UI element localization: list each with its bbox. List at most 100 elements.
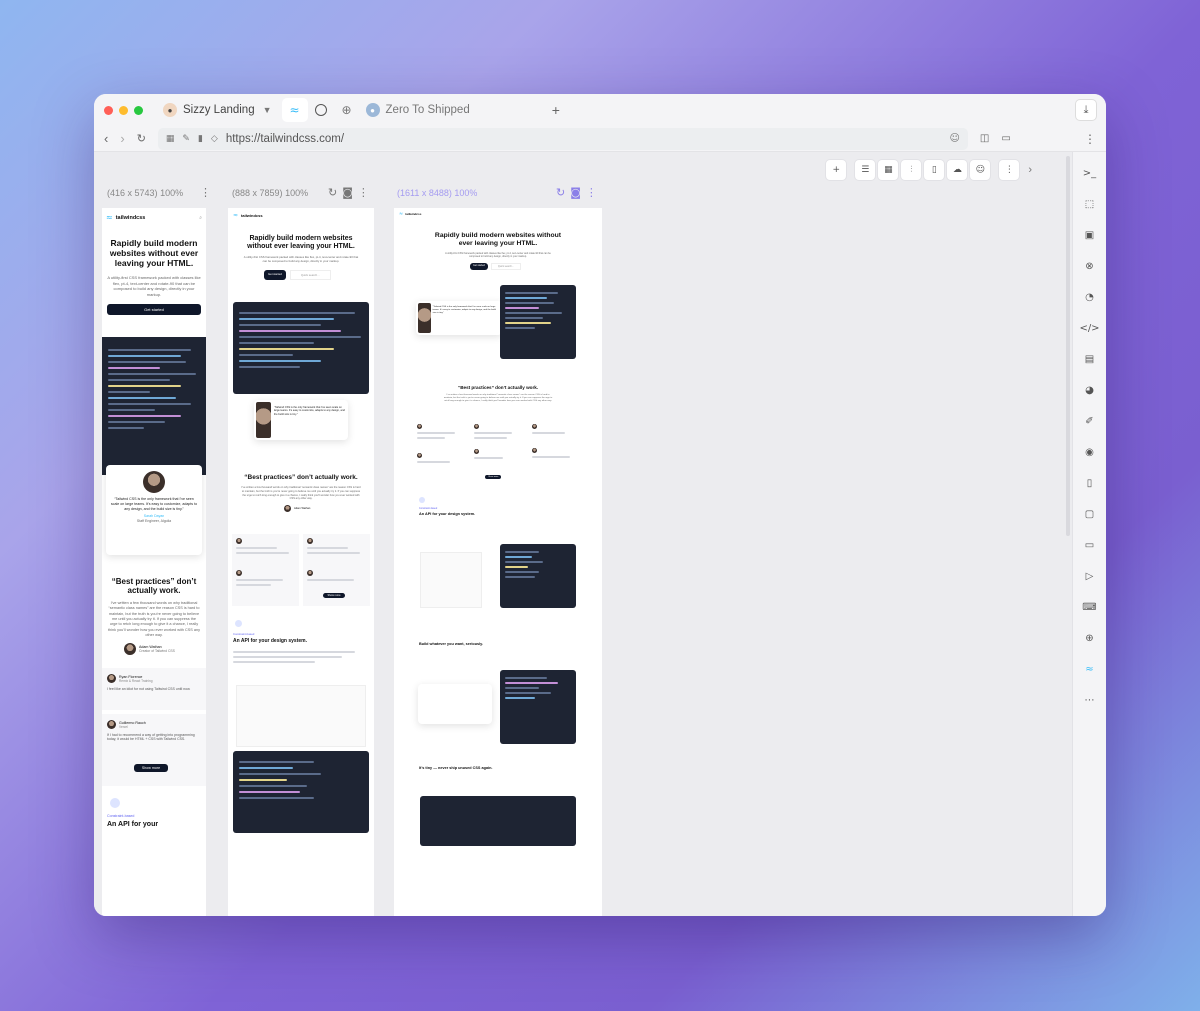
tab-tailwind[interactable]: ≈	[281, 98, 308, 122]
site-header: ≈ tailwindcss	[228, 208, 374, 223]
review-column	[414, 421, 467, 483]
tab-zero-to-shipped[interactable]: ● Zero To Shipped	[360, 98, 476, 122]
camera-icon[interactable]: ◙	[570, 186, 581, 199]
show-more-button[interactable]: Show more	[134, 764, 168, 773]
terminal-icon[interactable]: >_	[1083, 164, 1097, 182]
element-outline-icon[interactable]: ▣	[1083, 226, 1097, 244]
tab-globe[interactable]: ⊕	[334, 98, 360, 122]
tailwind-logo-icon: ≈	[106, 213, 113, 222]
keyboard-icon[interactable]: ⌨	[1082, 598, 1096, 616]
grid-icon[interactable]: ▦	[878, 160, 899, 180]
review-role: Vercel	[119, 724, 128, 729]
quick-search-input[interactable]: Quick search...	[289, 269, 331, 280]
testimonial-card: “Tailwind CSS is the only framework that…	[416, 301, 502, 336]
new-tab-button[interactable]: +	[552, 102, 560, 118]
device-zoom: 100%	[160, 188, 184, 198]
section-eyebrow: Constraint-based	[419, 506, 438, 510]
globe-icon[interactable]: ⊕	[1083, 629, 1097, 647]
review-card: Guillermo Rauch Vercel If I had to recom…	[102, 714, 206, 787]
chevron-right-icon[interactable]: ›	[1028, 164, 1032, 176]
get-started-button[interactable]: Get started	[264, 269, 286, 280]
back-icon[interactable]: ‹	[104, 131, 108, 146]
canvas-scrollbar[interactable]	[1066, 156, 1070, 536]
download-icon[interactable]: ⤓	[1076, 100, 1096, 120]
profile-icon[interactable]: ☺	[970, 160, 991, 180]
chevron-down-icon[interactable]: ▼	[263, 105, 272, 115]
network-icon[interactable]: ⊗	[1083, 257, 1097, 275]
add-device-icon[interactable]: +	[826, 160, 847, 180]
avatar	[236, 537, 242, 544]
tab-third[interactable]	[308, 98, 334, 122]
best-practices-text: I’ve written a few thousand words on why…	[443, 393, 553, 402]
minimize-window-button[interactable]	[119, 105, 128, 115]
more-options-icon[interactable]: ⋮	[1084, 132, 1096, 146]
device-menu-icon[interactable]: ⋮	[200, 186, 211, 199]
site-header: ≈ tailwindcss	[394, 208, 602, 220]
qr-code-icon[interactable]: ▦	[166, 134, 175, 144]
search-icon[interactable]: ⌕	[199, 215, 202, 221]
zero-to-shipped-favicon-icon: ●	[365, 103, 380, 117]
layout-rows-icon[interactable]: ☰	[855, 160, 876, 180]
device-frame-mobile: ≈ tailwindcss ⌕ Rapidly build modern web…	[102, 208, 206, 916]
color-picker-icon[interactable]: ✐	[1083, 412, 1097, 430]
camera-icon[interactable]: ◙	[342, 186, 353, 199]
more-icon[interactable]: ⋯	[1083, 691, 1097, 709]
refresh-icon[interactable]: ↻	[328, 186, 337, 199]
split-view-icon[interactable]: ◫	[980, 133, 989, 144]
palette-icon[interactable]: ◕	[1083, 381, 1097, 399]
hero-actions: Get started Quick search...	[228, 264, 374, 286]
cookie-icon[interactable]: ◔	[1083, 288, 1097, 306]
show-more-button[interactable]: Show more	[323, 592, 345, 598]
window-icon[interactable]: ▭	[1001, 133, 1010, 144]
design-preview	[420, 551, 482, 608]
best-practices-text: I’ve written a few thousand words on why…	[241, 486, 361, 501]
hero-subtitle: A utility-first CSS framework packed wit…	[445, 251, 551, 258]
quick-search-input[interactable]: Quick search...	[490, 263, 521, 271]
get-started-button[interactable]: Get started	[470, 263, 488, 271]
sliders-icon[interactable]: ⫶	[901, 160, 922, 180]
section-title: Build whatever you want, seriously.	[419, 641, 484, 646]
document-icon[interactable]: ▢	[1083, 505, 1097, 523]
avatar	[107, 720, 116, 730]
hero-subtitle: A utility-first CSS framework packed wit…	[243, 255, 359, 263]
review-text: I feel like an idiot for not using Tailw…	[107, 687, 191, 692]
show-more-button[interactable]: Show more	[485, 474, 502, 479]
url-field[interactable]: ▦ ✎ ▮ ◇ https://tailwindcss.com/ ☺	[157, 127, 968, 150]
rotate-device-icon[interactable]: ▯	[924, 160, 945, 180]
sizzy-favicon-icon: ●	[163, 103, 177, 117]
device-menu-icon[interactable]: ⋮	[586, 186, 597, 199]
close-window-button[interactable]	[104, 105, 113, 115]
section-eyebrow: Constraint-based	[107, 814, 135, 819]
cloud-sync-icon[interactable]: ☁	[947, 160, 968, 180]
list-icon[interactable]: ▤	[1083, 350, 1097, 368]
device-menu-icon[interactable]: ⋮	[358, 186, 369, 199]
browser-window: ● Sizzy Landing ▼ ≈ ⊕ ● Zero To Shipped …	[94, 94, 1106, 916]
checklist-icon[interactable]: ◉	[1083, 443, 1097, 461]
design-preview	[236, 684, 366, 747]
code-sample	[500, 543, 576, 608]
review-card: Ryan Florence Remix & React Training I f…	[102, 668, 206, 711]
tab-sizzy-landing[interactable]: ● Sizzy Landing ▼	[157, 98, 278, 122]
inspect-cursor-icon[interactable]: ⬚	[1083, 195, 1097, 213]
user-icon[interactable]: ☺	[949, 133, 959, 144]
screenshot-icon[interactable]: ▭	[1083, 536, 1097, 554]
more-icon[interactable]: ⋮	[999, 160, 1020, 180]
bookmark-icon[interactable]: ▮	[198, 134, 203, 144]
maximize-window-button[interactable]	[134, 105, 143, 115]
testimonial-role: Staff Engineer, Algolia	[136, 518, 172, 523]
tailwind-icon[interactable]: ≈	[1083, 660, 1097, 678]
forward-icon[interactable]: ›	[120, 131, 124, 146]
play-icon[interactable]: ▷	[1083, 567, 1097, 585]
review-text: If I had to recommend a way of getting i…	[107, 733, 195, 742]
section-title: It’s tiny — never ship unused CSS again.	[419, 765, 493, 770]
device-label-mobile: (416 x 5743) 100%	[107, 188, 183, 198]
device-dims: (888 x 7859)	[232, 188, 283, 198]
get-started-button[interactable]: Get started	[107, 303, 201, 315]
book-icon[interactable]: ▯	[1083, 474, 1097, 492]
edit-icon[interactable]: ✎	[182, 134, 190, 144]
refresh-icon[interactable]: ↻	[556, 186, 565, 199]
avatar	[307, 569, 313, 576]
hero-illustration: “Tailwind CSS is the only framework that…	[394, 285, 602, 365]
reload-icon[interactable]: ↻	[137, 132, 146, 145]
code-icon[interactable]: </>	[1079, 319, 1099, 337]
